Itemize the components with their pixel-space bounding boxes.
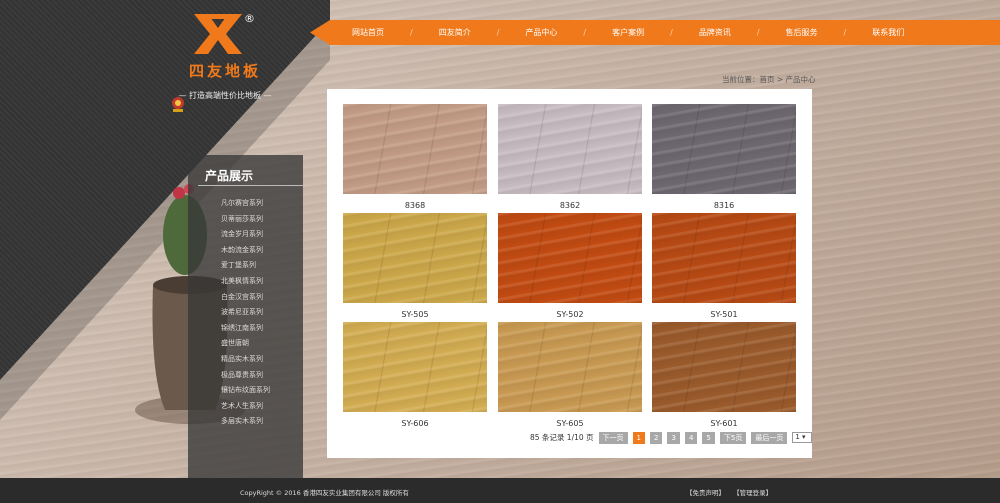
product-category-sidebar: 产品展示 凡尔赛宫系列 贝蒂丽莎系列 流金岁月系列 木韵流金系列 爱丁堡系列 北… bbox=[188, 155, 303, 503]
product-card[interactable]: SY-505 bbox=[343, 213, 487, 319]
registered-mark: ® bbox=[244, 12, 255, 25]
nav-home[interactable]: 网站首页 bbox=[352, 27, 384, 38]
page-button-current[interactable]: 1 bbox=[632, 431, 646, 444]
prev-page-button[interactable]: 下一页 bbox=[598, 431, 628, 444]
disclaimer-link[interactable]: 【免责声明】 bbox=[686, 489, 725, 497]
category-item[interactable]: 波希尼亚系列 bbox=[221, 305, 270, 321]
product-thumbnail[interactable] bbox=[498, 104, 642, 194]
product-thumbnail[interactable] bbox=[343, 213, 487, 303]
page-select[interactable]: 1 ▾ bbox=[792, 432, 813, 443]
category-item[interactable]: 精品实木系列 bbox=[221, 352, 270, 368]
product-card[interactable]: SY-606 bbox=[343, 322, 487, 428]
product-thumbnail[interactable] bbox=[652, 322, 796, 412]
product-card[interactable]: 8316 bbox=[652, 104, 796, 210]
page-button[interactable]: 2 bbox=[650, 431, 663, 444]
nav-products[interactable]: 产品中心 bbox=[525, 27, 557, 38]
nav-about[interactable]: 四友简介 bbox=[439, 27, 471, 38]
product-name[interactable]: SY-601 bbox=[652, 419, 796, 428]
product-name[interactable]: 8368 bbox=[343, 201, 487, 210]
product-thumbnail[interactable] bbox=[498, 213, 642, 303]
sidebar-title: 产品展示 bbox=[205, 169, 254, 183]
product-name[interactable]: SY-606 bbox=[343, 419, 487, 428]
brand-name: 四友地板 bbox=[188, 62, 261, 80]
record-count: 85 条记录 1/10 页 bbox=[530, 433, 594, 442]
category-item[interactable]: 锦绣江南系列 bbox=[221, 321, 270, 337]
product-thumbnail[interactable] bbox=[652, 104, 796, 194]
category-item[interactable]: 多层实木系列 bbox=[221, 414, 270, 430]
category-item[interactable]: 流金岁月系列 bbox=[221, 227, 270, 243]
pagination: 85 条记录 1/10 页 下一页 1 2 3 4 5 下5页 最后一页 1 ▾ bbox=[530, 431, 813, 444]
nav-news[interactable]: 品牌资讯 bbox=[699, 27, 731, 38]
category-item[interactable]: 极品尊贵系列 bbox=[221, 368, 270, 384]
product-card[interactable]: SY-501 bbox=[652, 213, 796, 319]
category-item[interactable]: 白金汉宫系列 bbox=[221, 290, 270, 306]
footer: CopyRight © 2016 香港四友实业集团有限公司 版权所有 【免责声明… bbox=[0, 478, 1000, 503]
product-name[interactable]: 8316 bbox=[652, 201, 796, 210]
sidebar-divider bbox=[198, 185, 303, 186]
product-name[interactable]: SY-502 bbox=[498, 310, 642, 319]
copyright-text: CopyRight © 2016 香港四友实业集团有限公司 版权所有 bbox=[240, 489, 409, 497]
admin-login-link[interactable]: 【管理登录】 bbox=[733, 489, 772, 497]
last-page-button[interactable]: 最后一页 bbox=[751, 431, 788, 444]
category-item[interactable]: 镶钻布纹面系列 bbox=[221, 383, 270, 399]
category-item[interactable]: 艺术人生系列 bbox=[221, 399, 270, 415]
page-button[interactable]: 4 bbox=[684, 431, 698, 444]
main-nav: 网站首页 / 四友简介 / 产品中心 / 客户案例 / 品牌资讯 / 售后服务 … bbox=[330, 20, 1000, 45]
nav-cases[interactable]: 客户案例 bbox=[612, 27, 644, 38]
next-five-button[interactable]: 下5页 bbox=[719, 431, 747, 444]
nav-service[interactable]: 售后服务 bbox=[786, 27, 818, 38]
product-card[interactable]: SY-605 bbox=[498, 322, 642, 428]
product-card[interactable]: SY-601 bbox=[652, 322, 796, 428]
footer-links: 【免责声明】 【管理登录】 bbox=[686, 487, 778, 497]
product-card[interactable]: SY-502 bbox=[498, 213, 642, 319]
product-name[interactable]: SY-605 bbox=[498, 419, 642, 428]
product-card[interactable]: 8368 bbox=[343, 104, 487, 210]
product-thumbnail[interactable] bbox=[343, 104, 487, 194]
certification-badge-icon bbox=[172, 97, 184, 112]
category-list: 凡尔赛宫系列 贝蒂丽莎系列 流金岁月系列 木韵流金系列 爱丁堡系列 北美枫情系列… bbox=[221, 196, 270, 430]
product-name[interactable]: SY-505 bbox=[343, 310, 487, 319]
nav-contact[interactable]: 联系我们 bbox=[872, 27, 904, 38]
page-button[interactable]: 3 bbox=[667, 431, 680, 444]
category-item[interactable]: 贝蒂丽莎系列 bbox=[221, 212, 270, 228]
category-item[interactable]: 北美枫情系列 bbox=[221, 274, 270, 290]
category-item[interactable]: 爱丁堡系列 bbox=[221, 258, 270, 274]
product-name[interactable]: 8362 bbox=[498, 201, 642, 210]
category-item[interactable]: 凡尔赛宫系列 bbox=[221, 196, 270, 212]
product-thumbnail[interactable] bbox=[343, 322, 487, 412]
logo-x-icon bbox=[194, 14, 242, 54]
page-button[interactable]: 5 bbox=[702, 431, 715, 444]
product-card[interactable]: 8362 bbox=[498, 104, 642, 210]
breadcrumb: 当前位置：首页 > 产品中心 bbox=[722, 75, 816, 84]
product-thumbnail[interactable] bbox=[498, 322, 642, 412]
category-item[interactable]: 木韵流金系列 bbox=[221, 243, 270, 259]
category-item[interactable]: 盛世唐朝 bbox=[221, 336, 270, 352]
product-name[interactable]: SY-501 bbox=[652, 310, 796, 319]
product-thumbnail[interactable] bbox=[652, 213, 796, 303]
